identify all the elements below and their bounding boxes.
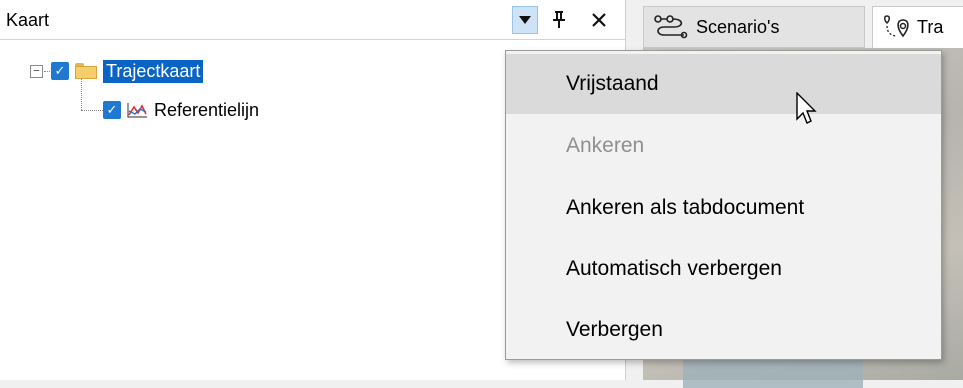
tab-trajectkaart-label: Tra: [917, 17, 944, 37]
tree-label-trajectkaart[interactable]: Trajectkaart: [103, 59, 204, 83]
menu-item-verbergen[interactable]: Verbergen: [506, 300, 941, 360]
menu-item-vrijstaand[interactable]: Vrijstaand: [506, 54, 941, 114]
checkbox-referentielijn[interactable]: ✓: [103, 101, 121, 119]
mouse-cursor-icon: [796, 92, 817, 124]
checkbox-trajectkaart[interactable]: ✓: [51, 62, 69, 80]
tree-label-referentielijn[interactable]: Referentielijn: [151, 99, 262, 122]
tree-item-trajectkaart[interactable]: − ✓ Trajectkaart: [30, 58, 204, 84]
tree-connector: [81, 110, 103, 111]
pin-icon[interactable]: [546, 6, 572, 34]
dropdown-arrow-icon[interactable]: [512, 6, 538, 34]
tab-scenarios-label: Scenario's: [696, 16, 780, 37]
tab-trajectkaart[interactable]: Tra: [872, 6, 963, 48]
menu-item-ankeren: Ankeren: [566, 134, 645, 157]
panel-title: Kaart: [6, 10, 50, 30]
line-chart-icon: [127, 103, 147, 118]
dock-context-menu: Vrijstaand Ankeren Ankeren als tabdocume…: [505, 50, 942, 360]
panel-header: Kaart: [0, 0, 625, 40]
scenario-icon: [654, 14, 688, 40]
menu-item-ankeren-als-tabdocument[interactable]: Ankeren als tabdocument: [506, 178, 941, 238]
close-icon[interactable]: [586, 6, 612, 34]
tree-item-referentielijn[interactable]: ✓ Referentielijn: [103, 97, 262, 123]
document-tabs: Scenario's Tra: [636, 0, 963, 48]
tree-connector: [44, 70, 50, 72]
tab-scenarios[interactable]: Scenario's: [643, 6, 865, 48]
collapse-icon[interactable]: −: [30, 64, 43, 78]
folder-icon: [75, 63, 97, 79]
map-pin-icon: [883, 14, 913, 42]
menu-item-automatisch-verbergen[interactable]: Automatisch verbergen: [506, 239, 941, 299]
